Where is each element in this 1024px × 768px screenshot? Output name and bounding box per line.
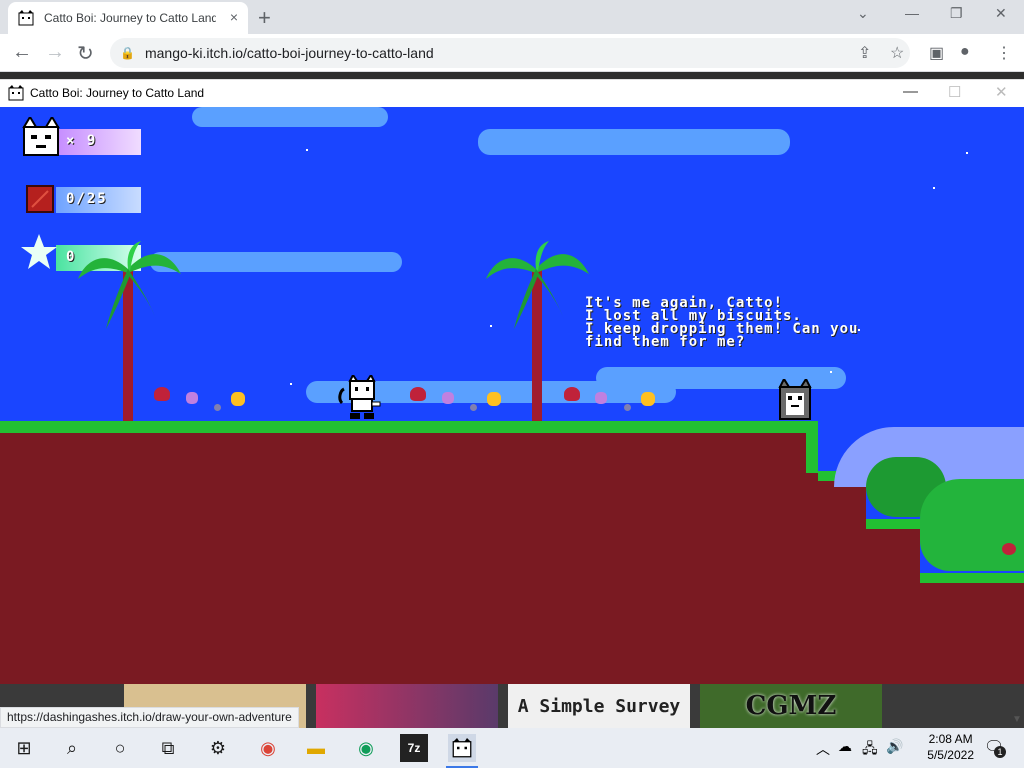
game-minimize-icon[interactable]: — xyxy=(903,83,918,100)
catto-taskbar-icon xyxy=(452,738,472,758)
cloud xyxy=(478,129,790,155)
npc-dialog: It's me again, Catto! I lost all my bisc… xyxy=(585,295,859,350)
yellow-flower xyxy=(231,392,245,406)
yellow-flower xyxy=(487,392,501,406)
dirt-step xyxy=(914,577,1024,684)
7zip-icon[interactable]: 7z xyxy=(400,734,428,762)
system-clock[interactable]: 2:08 AM 5/5/2022 xyxy=(927,731,974,763)
biscuit-icon xyxy=(26,185,54,213)
sky-star xyxy=(933,187,935,189)
dirt-step xyxy=(860,521,920,684)
lives-count: × 9 xyxy=(66,133,98,149)
notification-badge: 1 xyxy=(994,746,1006,758)
red-flower xyxy=(410,387,426,401)
share-icon[interactable]: ⇪ xyxy=(858,43,871,63)
onedrive-icon[interactable]: ☁ xyxy=(838,738,852,755)
star-icon xyxy=(21,234,57,269)
bookmark-star-icon[interactable]: ☆ xyxy=(890,43,904,63)
catto-favicon-icon xyxy=(18,10,34,26)
tab-title: Catto Boi: Journey to Catto Land xyxy=(44,11,216,25)
address-bar[interactable]: 🔒 mango-ki.itch.io/catto-boi-journey-to-… xyxy=(110,38,910,68)
player-catto xyxy=(338,375,381,419)
url-text: mango-ki.itch.io/catto-boi-journey-to-ca… xyxy=(144,45,434,61)
npc-catto xyxy=(778,379,812,420)
purple-flower xyxy=(186,392,198,404)
catto-face-icon xyxy=(22,117,60,156)
tab-close-icon[interactable]: × xyxy=(230,9,238,25)
sky-star xyxy=(830,371,832,373)
game-maximize-icon[interactable]: ☐ xyxy=(948,83,961,101)
side-panel-icon[interactable]: ▣ xyxy=(929,43,944,63)
game-window-icon xyxy=(8,85,24,101)
reload-icon[interactable]: ↻ xyxy=(77,41,94,66)
game-canvas[interactable]: × 9 0/25 0 It's me again, Catto! I lost … xyxy=(0,107,1024,684)
sky-star xyxy=(306,149,308,151)
cloud xyxy=(150,252,402,272)
chrome-icon[interactable]: ◉ xyxy=(254,734,282,762)
purple-flower xyxy=(442,392,454,404)
game-close-icon[interactable]: ✕ xyxy=(995,83,1008,101)
start-icon[interactable]: ⊞ xyxy=(10,734,38,762)
back-icon[interactable]: ← xyxy=(12,41,32,64)
menu-kebab-icon[interactable]: ⋮ xyxy=(996,43,1012,63)
tab-search-icon[interactable]: ⌄ xyxy=(857,5,869,22)
clock-date: 5/5/2022 xyxy=(927,748,974,762)
stars-count: 0 xyxy=(66,249,77,265)
blue-flower xyxy=(214,404,221,411)
scroll-down-icon[interactable]: ▼ xyxy=(1012,714,1022,725)
ad-cgmz[interactable]: CGMZ xyxy=(700,684,882,728)
status-bar-url: https://dashingashes.itch.io/draw-your-o… xyxy=(0,707,299,728)
red-flower xyxy=(564,387,580,401)
game-window-titlebar: Catto Boi: Journey to Catto Land — ☐ ✕ xyxy=(0,79,1024,107)
purple-flower xyxy=(595,392,607,404)
page-header-strip xyxy=(0,72,1024,79)
clock-time: 2:08 AM xyxy=(928,732,973,746)
network-icon[interactable]: 🖧 xyxy=(862,738,878,762)
profile-avatar-icon[interactable]: ● xyxy=(960,43,970,61)
windows-taskbar: ⊞ ⌕ ○ ⧉ ⚙ ◉ ▬ ◉ 7z ︿ ☁ 🖧 🔊 2:08 AM 5/5/2… xyxy=(0,728,1024,768)
cortana-icon[interactable]: ○ xyxy=(106,734,134,762)
sky-star xyxy=(290,383,292,385)
restore-icon[interactable]: ❐ xyxy=(950,5,963,22)
blue-flower xyxy=(470,404,477,411)
tab-strip: Catto Boi: Journey to Catto Land × + ⌄ —… xyxy=(0,0,1024,34)
bush xyxy=(920,479,1024,571)
blue-flower xyxy=(624,404,631,411)
yellow-flower xyxy=(641,392,655,406)
tray-chevron-icon[interactable]: ︿ xyxy=(816,739,830,759)
chrome-icon[interactable]: ◉ xyxy=(352,734,380,762)
volume-icon[interactable]: 🔊 xyxy=(886,738,903,755)
catto-app-icon[interactable] xyxy=(448,734,476,762)
dirt-ground xyxy=(0,433,814,684)
grass-step xyxy=(866,519,920,529)
ad-thumbnail-anime[interactable] xyxy=(316,684,498,728)
browser-tab[interactable]: Catto Boi: Journey to Catto Land × xyxy=(8,2,248,34)
lock-icon: 🔒 xyxy=(120,46,135,60)
biscuits-count: 0/25 xyxy=(66,191,108,207)
minimize-icon[interactable]: — xyxy=(905,5,919,21)
search-icon[interactable]: ⌕ xyxy=(58,734,86,762)
game-window-title: Catto Boi: Journey to Catto Land xyxy=(30,86,205,100)
grass-edge xyxy=(806,421,818,473)
grass-platform xyxy=(0,421,814,433)
grass-step xyxy=(920,573,1024,583)
task-view-icon[interactable]: ⧉ xyxy=(154,734,182,762)
new-tab-button[interactable]: + xyxy=(258,5,271,31)
browser-toolbar: ← → ↻ 🔒 mango-ki.itch.io/catto-boi-journ… xyxy=(0,34,1024,72)
ad-survey[interactable]: A Simple Survey xyxy=(508,684,690,728)
dirt-step xyxy=(806,473,866,684)
file-explorer-icon[interactable]: ▬ xyxy=(302,734,330,762)
red-flower xyxy=(154,387,170,401)
close-window-icon[interactable]: ✕ xyxy=(995,5,1007,22)
forward-icon[interactable]: → xyxy=(45,41,65,64)
settings-gear-icon[interactable]: ⚙ xyxy=(204,734,232,762)
red-flower xyxy=(1002,543,1016,555)
sky-star xyxy=(966,152,968,154)
cloud xyxy=(192,107,388,127)
